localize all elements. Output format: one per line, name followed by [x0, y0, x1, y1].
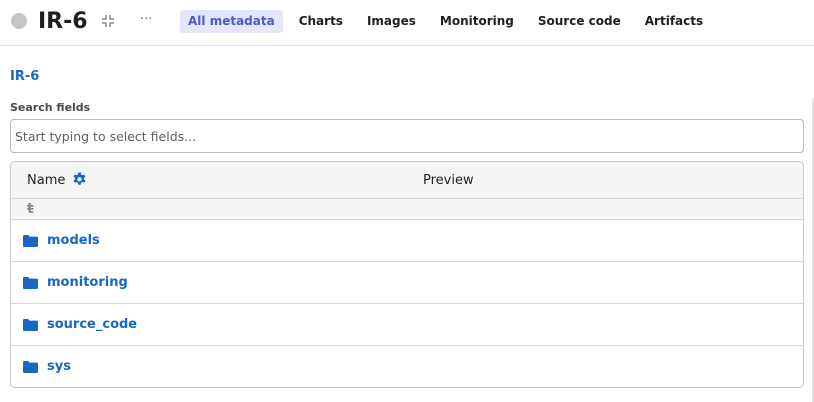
collapse-arrows-icon[interactable] [101, 14, 115, 28]
tab-source-code[interactable]: Source code [530, 10, 629, 33]
row-label[interactable]: sys [47, 359, 71, 374]
table-header: Name Preview [11, 162, 803, 199]
table-row[interactable]: monitoring [11, 262, 803, 304]
up-level-icon: ŧ [27, 201, 34, 217]
table-row[interactable]: models [11, 220, 803, 262]
table-row[interactable]: source_code [11, 304, 803, 346]
folder-icon [23, 319, 38, 331]
tab-images[interactable]: Images [359, 10, 424, 33]
folder-icon [23, 361, 38, 373]
table-row[interactable]: sys [11, 346, 803, 387]
tab-monitoring[interactable]: Monitoring [432, 10, 522, 33]
tab-artifacts[interactable]: Artifacts [637, 10, 711, 33]
run-header: IR-6 ··· All metadata Charts Images Moni… [0, 0, 814, 46]
tab-all-metadata[interactable]: All metadata [180, 10, 283, 33]
metadata-table: Name Preview ŧ models monitoring source_… [10, 161, 804, 388]
folder-icon [23, 235, 38, 247]
gear-icon[interactable] [72, 172, 87, 187]
column-header-preview: Preview [423, 173, 474, 188]
search-fields-input[interactable] [10, 119, 804, 153]
folder-icon [23, 277, 38, 289]
breadcrumb[interactable]: IR-6 [10, 69, 39, 84]
tab-charts[interactable]: Charts [291, 10, 351, 33]
row-label[interactable]: source_code [47, 317, 137, 332]
column-header-name: Name [27, 173, 66, 188]
status-indicator-icon [11, 13, 27, 29]
tab-bar: All metadata Charts Images Monitoring So… [180, 10, 719, 33]
parent-folder-row[interactable]: ŧ [11, 199, 803, 220]
run-title: IR-6 [38, 9, 88, 34]
row-label[interactable]: monitoring [47, 275, 128, 290]
ellipsis-icon[interactable]: ··· [140, 12, 156, 28]
search-fields-label: Search fields [10, 101, 91, 114]
row-label[interactable]: models [47, 233, 100, 248]
